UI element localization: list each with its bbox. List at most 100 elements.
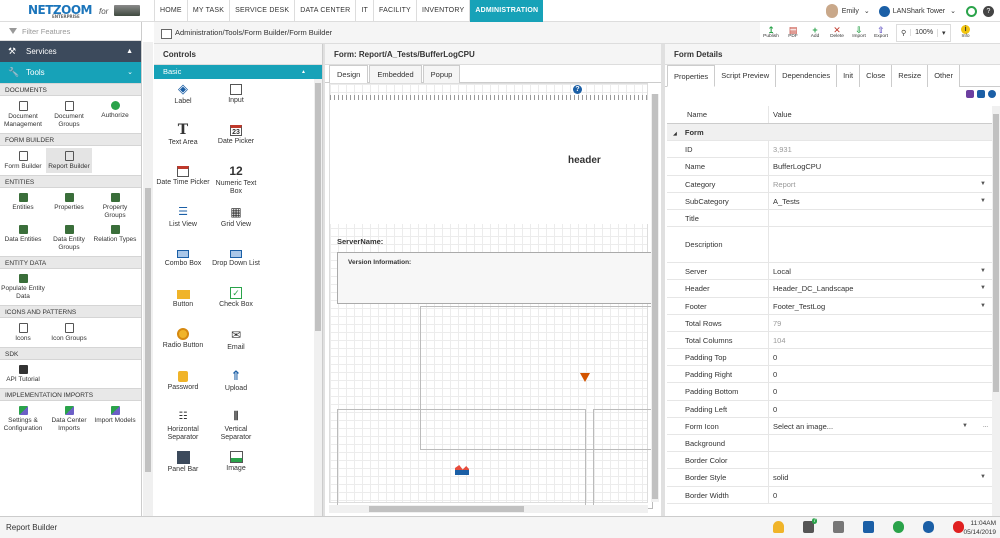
property-value[interactable]: 0 (769, 487, 992, 503)
sidebar-item-form-builder[interactable]: Form Builder (0, 148, 46, 173)
property-row[interactable]: Border Width 0 (667, 486, 992, 504)
dropdown-arrow-icon[interactable]: ▼ (980, 280, 986, 297)
control-horizontal-separator[interactable]: ☷ Horizontal Separator (156, 407, 210, 448)
site-name[interactable]: LANShark Tower (893, 8, 945, 15)
sidebar-item-document-groups[interactable]: Document Groups (46, 98, 92, 131)
filter-features-input[interactable]: Filter Features (0, 22, 141, 41)
property-value[interactable]: 104 (769, 332, 992, 348)
layout-region[interactable] (337, 409, 586, 509)
control-panel-bar[interactable]: Panel Bar (156, 448, 210, 489)
sidebar-item-relation-types[interactable]: Relation Types (92, 222, 138, 254)
delete-button[interactable]: ✕ Delete (826, 25, 848, 40)
dropdown-arrow-icon[interactable]: ▼ (980, 298, 986, 315)
control-input[interactable]: Input (209, 79, 263, 120)
tab-properties[interactable]: Properties (667, 65, 716, 87)
sidebar-item-data-entity-groups[interactable]: Data Entity Groups (46, 222, 92, 254)
browse-button[interactable]: ... (983, 418, 988, 435)
zoom-search-icon[interactable]: ⚲ (897, 29, 910, 37)
nav-my-task[interactable]: MY TASK (186, 0, 229, 22)
publish-button[interactable]: ↥ Publish (760, 25, 782, 40)
header-label[interactable]: header (568, 155, 601, 166)
control-radio-button[interactable]: Radio Button (156, 325, 210, 366)
property-row[interactable]: Description (667, 227, 992, 264)
property-value[interactable]: Local ▼ (769, 263, 992, 279)
mouse-icon[interactable] (923, 521, 934, 533)
tab-embedded[interactable]: Embedded (369, 65, 422, 83)
save-icon[interactable] (966, 90, 974, 98)
control-password[interactable]: Password (156, 366, 210, 407)
tab-design[interactable]: Design (329, 65, 369, 84)
property-row[interactable]: Padding Right 0 (667, 366, 992, 384)
settings-icon[interactable] (977, 90, 985, 98)
sidebar-item-icons[interactable]: Icons (0, 320, 46, 345)
version-info-box[interactable]: Version Information: (337, 252, 653, 304)
sidebar-item-document-management[interactable]: Document Management (0, 98, 46, 131)
control-date-time-picker[interactable]: Date Time Picker (156, 161, 210, 202)
property-value[interactable]: Footer_TestLog ▼ (769, 298, 992, 314)
property-value[interactable]: 0 (769, 349, 992, 365)
property-value[interactable] (769, 210, 992, 226)
nav-inventory[interactable]: INVENTORY (415, 0, 469, 22)
property-row[interactable]: ID 3,931 (667, 141, 992, 159)
power-icon[interactable] (953, 521, 964, 533)
tab-popup[interactable]: Popup (422, 65, 461, 83)
sidebar-item-properties[interactable]: Properties (46, 190, 92, 222)
control-combo-box[interactable]: Combo Box (156, 243, 210, 284)
property-row[interactable]: Border Style solid ▼ (667, 469, 992, 487)
tab-other[interactable]: Other (928, 65, 960, 87)
property-value[interactable]: 0 (769, 401, 992, 417)
property-row[interactable]: Header Header_DC_Landscape ▼ (667, 280, 992, 298)
pdf-button[interactable]: ▤ PDF (782, 25, 804, 40)
property-value[interactable]: 0 (769, 366, 992, 382)
dropdown-arrow-icon[interactable]: ▼ (980, 469, 986, 486)
property-value[interactable]: Header_DC_Landscape ▼ (769, 280, 992, 296)
nav-it[interactable]: IT (355, 0, 373, 22)
collapse-icon[interactable]: ◢ (673, 131, 677, 137)
zoom-dropdown-icon[interactable]: ▾ (937, 28, 950, 37)
sidebar-item-settings-configuration[interactable]: Settings & Configuration (0, 403, 46, 435)
property-row[interactable]: Padding Bottom 0 (667, 383, 992, 401)
property-row[interactable]: Server Local ▼ (667, 263, 992, 281)
dropdown-arrow-icon[interactable]: ▼ (962, 418, 968, 435)
nav-service-desk[interactable]: SERVICE DESK (229, 0, 294, 22)
tab-script-preview[interactable]: Script Preview (715, 65, 777, 87)
control-grid-view[interactable]: ▦ Grid View (209, 202, 263, 243)
property-row[interactable]: Category Report ▼ (667, 175, 992, 193)
sidebar-item-populate-entity-data[interactable]: Populate Entity Data (0, 271, 46, 303)
property-value[interactable] (769, 452, 992, 468)
control-numeric-text-box[interactable]: 12 Numeric Text Box (209, 161, 263, 202)
design-canvas[interactable]: ? header ServerName: Version Information… (329, 83, 653, 509)
tasks-icon[interactable]: 7 (803, 518, 817, 533)
property-value[interactable]: solid ▼ (769, 469, 992, 485)
details-scrollbar[interactable] (992, 106, 1000, 516)
nav-facility[interactable]: FACILITY (372, 0, 416, 22)
group-form[interactable]: ◢ Form (667, 124, 992, 142)
property-row[interactable]: Background (667, 435, 992, 453)
nav-data-center[interactable]: DATA CENTER (294, 0, 355, 22)
property-row[interactable]: Name BufferLogCPU (667, 158, 992, 176)
property-row[interactable]: Padding Top 0 (667, 349, 992, 367)
scrollbar-thumb[interactable] (652, 94, 658, 499)
dropdown-arrow-icon[interactable]: ▼ (980, 193, 986, 210)
scrollbar-thumb[interactable] (993, 114, 999, 392)
header-band[interactable] (330, 100, 649, 224)
help-icon[interactable]: ? (983, 5, 994, 17)
control-label[interactable]: ◈ Label (156, 79, 210, 120)
help-circle-icon[interactable]: ? (573, 85, 582, 94)
control-drop-down-list[interactable]: Drop Down List (209, 243, 263, 284)
control-email[interactable]: ✉ Email (209, 325, 263, 366)
sidebar-services[interactable]: ⚒ Services ▲ (0, 41, 141, 62)
user-name[interactable]: Emily (842, 8, 859, 15)
control-check-box[interactable]: ✓ Check Box (209, 284, 263, 325)
control-image[interactable]: Image (209, 448, 263, 489)
canvas-horizontal-scrollbar[interactable] (329, 505, 648, 513)
layout-region[interactable] (593, 409, 653, 509)
control-button[interactable]: Button (156, 284, 210, 325)
property-row[interactable]: Total Columns 104 (667, 331, 992, 350)
sidebar-item-data-entities[interactable]: Data Entities (0, 222, 46, 254)
funnel-icon[interactable] (580, 373, 590, 382)
sidebar-item-import-models[interactable]: Import Models (92, 403, 138, 435)
scrollbar-thumb[interactable] (369, 506, 524, 512)
scrollbar-thumb[interactable] (145, 188, 151, 472)
property-value[interactable]: 0 (769, 383, 992, 399)
